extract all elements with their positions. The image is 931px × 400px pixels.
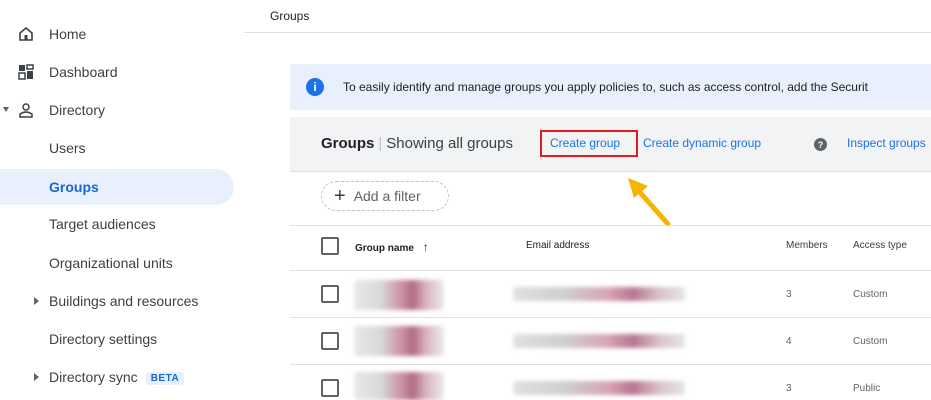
sort-arrow-up-icon: ↑ bbox=[422, 240, 429, 254]
column-header-access-type[interactable]: Access type bbox=[853, 240, 907, 251]
sidebar-item-home[interactable]: Home bbox=[0, 16, 234, 52]
chevron-right-icon bbox=[34, 297, 39, 305]
row-divider bbox=[290, 270, 931, 271]
sidebar-item-label: Users bbox=[49, 140, 86, 156]
plus-icon: + bbox=[334, 185, 346, 207]
sidebar-item-users[interactable]: Users bbox=[0, 130, 234, 166]
sidebar-item-directory-settings[interactable]: Directory settings bbox=[0, 321, 234, 357]
highlight-annotation-box bbox=[540, 130, 638, 157]
info-icon: i bbox=[306, 78, 324, 96]
sidebar-item-directory-sync[interactable]: Directory sync BETA bbox=[0, 359, 234, 395]
sidebar-item-label: Organizational units bbox=[49, 255, 173, 271]
column-header-group-name[interactable]: Group name ↑ bbox=[355, 240, 429, 254]
sidebar-item-buildings-and-resources[interactable]: Buildings and resources bbox=[0, 283, 234, 319]
row-divider bbox=[290, 171, 931, 172]
redacted-email bbox=[513, 287, 685, 301]
toolbar-title: Groups | Showing all groups bbox=[321, 135, 513, 152]
row-divider bbox=[290, 225, 931, 226]
person-icon bbox=[16, 100, 36, 120]
sidebar-item-label: Home bbox=[49, 26, 87, 42]
dashboard-icon bbox=[16, 62, 36, 82]
sidebar-item-label: Target audiences bbox=[49, 216, 156, 232]
sidebar-item-groups[interactable]: Groups bbox=[0, 169, 234, 205]
sidebar: Home Dashboard Directory Users Groups Ta… bbox=[0, 0, 244, 400]
toolbar-subtitle: Showing all groups bbox=[386, 135, 513, 152]
help-icon[interactable]: ? bbox=[814, 138, 827, 151]
members-count: 3 bbox=[786, 289, 792, 300]
redacted-email bbox=[513, 334, 685, 348]
header-divider bbox=[244, 32, 931, 33]
home-icon bbox=[16, 24, 36, 44]
sidebar-item-label: Directory sync bbox=[49, 369, 138, 385]
column-header-email[interactable]: Email address bbox=[526, 240, 589, 251]
beta-badge: BETA bbox=[145, 371, 185, 385]
chevron-right-icon bbox=[34, 373, 39, 381]
sidebar-item-dashboard[interactable]: Dashboard bbox=[0, 54, 234, 90]
chevron-down-icon bbox=[3, 107, 9, 112]
redacted-email bbox=[513, 381, 685, 395]
toolbar-heading: Groups bbox=[321, 135, 375, 152]
members-count: 3 bbox=[786, 383, 792, 394]
column-header-label: Group name bbox=[355, 243, 414, 254]
sidebar-item-directory[interactable]: Directory bbox=[0, 92, 234, 128]
create-dynamic-group-button[interactable]: Create dynamic group bbox=[643, 136, 761, 150]
page-title: Groups bbox=[270, 9, 310, 23]
row-checkbox[interactable] bbox=[321, 332, 339, 350]
sidebar-item-target-audiences[interactable]: Target audiences bbox=[0, 206, 234, 242]
row-checkbox[interactable] bbox=[321, 379, 339, 397]
sidebar-item-label: Directory settings bbox=[49, 331, 158, 347]
access-type: Custom bbox=[853, 336, 888, 347]
sidebar-item-label: Dashboard bbox=[49, 64, 118, 80]
members-count: 4 bbox=[786, 336, 792, 347]
access-type: Custom bbox=[853, 289, 888, 300]
info-banner: i To easily identify and manage groups y… bbox=[290, 64, 931, 110]
row-divider bbox=[290, 364, 931, 365]
sidebar-item-label: Groups bbox=[49, 179, 99, 195]
banner-text: To easily identify and manage groups you… bbox=[343, 80, 868, 94]
sidebar-item-label: Buildings and resources bbox=[49, 293, 199, 309]
access-type: Public bbox=[853, 383, 881, 394]
add-filter-chip[interactable]: + Add a filter bbox=[321, 181, 449, 211]
sidebar-item-label: Directory bbox=[49, 102, 106, 118]
row-checkbox[interactable] bbox=[321, 285, 339, 303]
sidebar-item-organizational-units[interactable]: Organizational units bbox=[0, 245, 234, 281]
select-all-checkbox[interactable] bbox=[321, 237, 339, 255]
redacted-group-name[interactable] bbox=[354, 326, 444, 356]
redacted-group-name[interactable] bbox=[354, 372, 444, 400]
add-filter-label: Add a filter bbox=[353, 188, 421, 204]
title-separator: | bbox=[378, 135, 383, 152]
redacted-group-name[interactable] bbox=[354, 280, 444, 310]
inspect-groups-button[interactable]: Inspect groups bbox=[847, 136, 926, 150]
row-divider bbox=[290, 317, 931, 318]
column-header-members[interactable]: Members bbox=[786, 240, 828, 251]
arrow-annotation-icon bbox=[628, 178, 671, 227]
